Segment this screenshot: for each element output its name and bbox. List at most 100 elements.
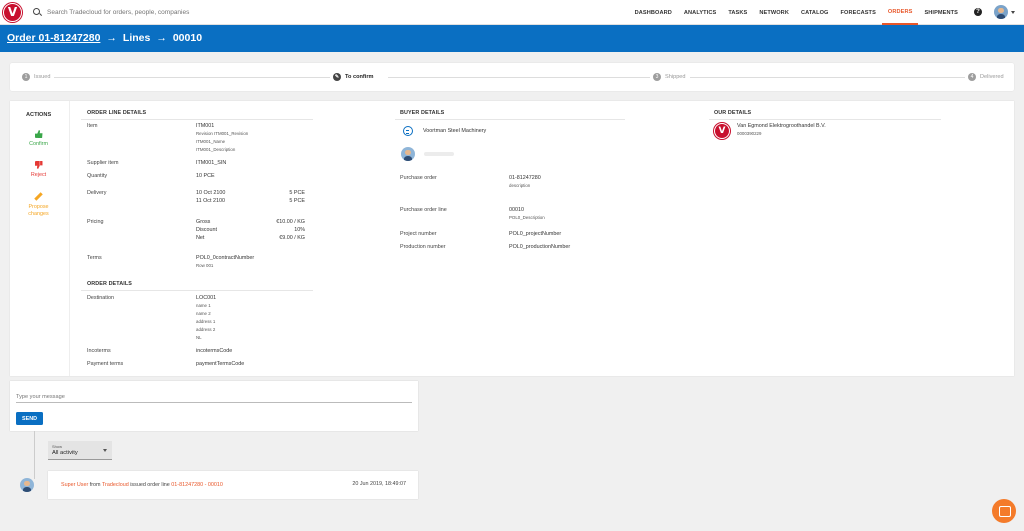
pencil-icon: ✎ bbox=[333, 73, 341, 81]
activity-avatar bbox=[20, 478, 34, 492]
item-description: ITM001_Description bbox=[196, 147, 236, 152]
nav-orders[interactable]: ORDERS bbox=[881, 0, 919, 25]
page-header: Order 01-81247280 → Lines → 00010 bbox=[0, 25, 1024, 52]
activity-ref-link[interactable]: 01-81247280 - 00010 bbox=[171, 482, 223, 488]
buyer-company[interactable]: Voortman Steel Machinery bbox=[423, 128, 486, 134]
activity-timestamp: 20 Jun 2019, 18:49:07 bbox=[352, 481, 406, 487]
activity-text: Super User from Tradecloud issued order … bbox=[61, 482, 223, 488]
project-number-value: POL0_projectNumber bbox=[509, 231, 562, 237]
destination-name: name 2 bbox=[196, 311, 211, 316]
supplier-item-label: Supplier item bbox=[87, 160, 119, 166]
step-label: Delivered bbox=[980, 74, 1004, 80]
purchase-order-line-label: Purchase order line bbox=[400, 207, 447, 213]
help-icon[interactable]: ? bbox=[974, 8, 982, 16]
step-number: 4 bbox=[968, 73, 976, 81]
purchase-order-label: Purchase order bbox=[400, 175, 437, 181]
message-input[interactable] bbox=[16, 391, 412, 403]
pricing-label: Pricing bbox=[87, 219, 104, 225]
reject-label: Reject bbox=[30, 172, 47, 178]
order-line-card: ACTIONS Confirm Reject Propose changes O… bbox=[10, 101, 1014, 376]
chevron-down-icon[interactable] bbox=[1011, 11, 1015, 14]
user-avatar[interactable] bbox=[994, 5, 1008, 19]
destination-label: Destination bbox=[87, 295, 114, 301]
breadcrumb-lines[interactable]: Lines bbox=[123, 32, 150, 44]
nav-dashboard[interactable]: DASHBOARD bbox=[629, 0, 678, 25]
nav-catalog[interactable]: CATALOG bbox=[795, 0, 835, 25]
delivery-quantity: 5 PCE bbox=[289, 198, 305, 204]
activity-user-link[interactable]: Super User bbox=[61, 482, 88, 488]
delivery-quantity: 5 PCE bbox=[289, 190, 305, 196]
purchase-order-line-value: 00010 bbox=[509, 207, 524, 213]
nav-forecasts[interactable]: FORECASTS bbox=[835, 0, 882, 25]
net-label: Net bbox=[196, 235, 205, 241]
pencil-icon bbox=[34, 192, 43, 201]
purchase-order-description: description bbox=[509, 183, 531, 188]
item-value: ITM001 bbox=[196, 123, 215, 129]
destination-address: address 1 bbox=[196, 319, 216, 324]
delivery-label: Delivery bbox=[87, 190, 107, 196]
tradecloud-logo-icon[interactable]: V bbox=[3, 3, 22, 22]
quantity-label: Quantity bbox=[87, 173, 108, 179]
step-delivered: 4 Delivered bbox=[965, 73, 1007, 81]
propose-label: Propose bbox=[28, 204, 49, 210]
quantity-value: 10 PCE bbox=[196, 173, 215, 179]
buyer-contact-avatar[interactable] bbox=[401, 147, 415, 161]
payment-terms-value: paymentTermsCode bbox=[196, 361, 245, 367]
step-issued: 1 Issued bbox=[19, 73, 54, 81]
breadcrumb-line: 00010 bbox=[172, 32, 203, 44]
search-icon[interactable] bbox=[33, 8, 40, 15]
buyer-details-title: BUYER DETAILS bbox=[400, 110, 445, 116]
step-connector bbox=[388, 77, 658, 78]
contact-placeholder bbox=[424, 152, 454, 156]
propose-changes-button[interactable]: Propose changes bbox=[10, 192, 67, 218]
confirm-label: Confirm bbox=[29, 141, 48, 147]
arrow-right-icon: → bbox=[156, 32, 167, 44]
supplier-item-value: ITM001_SIN bbox=[196, 160, 227, 166]
our-company[interactable]: Van Egmond Elektrogroothandel B.V. bbox=[737, 123, 826, 129]
timeline-line bbox=[34, 431, 35, 479]
activity-item: Super User from Tradecloud issued order … bbox=[48, 471, 418, 499]
divider bbox=[81, 119, 313, 120]
nav-tasks[interactable]: TASKS bbox=[722, 0, 753, 25]
purchase-order-line-description: POL0_Description bbox=[509, 215, 545, 220]
step-connector bbox=[54, 77, 334, 78]
destination-address: address 2 bbox=[196, 327, 216, 332]
gross-value: €10.00 / KG bbox=[276, 219, 305, 225]
activity-company-link[interactable]: Tradecloud bbox=[102, 482, 129, 488]
destination-name: name 1 bbox=[196, 303, 211, 308]
filter-value: All activity bbox=[52, 450, 78, 456]
step-label: Issued bbox=[34, 74, 51, 80]
reject-button[interactable]: Reject bbox=[10, 161, 67, 178]
activity-filter-select[interactable]: Show All activity bbox=[48, 441, 112, 460]
status-stepper: 1 Issued ✎ To confirm 3 Shipped 4 Delive… bbox=[10, 63, 1014, 91]
actions-title: ACTIONS bbox=[26, 112, 52, 118]
incoterms-label: Incoterms bbox=[87, 348, 111, 354]
terms-label: Terms bbox=[87, 255, 102, 261]
step-number: 1 bbox=[22, 73, 30, 81]
our-details-title: OUR DETAILS bbox=[714, 110, 752, 116]
order-line-details-title: ORDER LINE DETAILS bbox=[87, 110, 147, 116]
step-label: To confirm bbox=[345, 74, 374, 80]
company-logo-icon: V bbox=[714, 123, 730, 139]
confirm-button[interactable]: Confirm bbox=[10, 130, 67, 147]
divider bbox=[395, 119, 625, 120]
gross-label: Gross bbox=[196, 219, 211, 225]
nav-analytics[interactable]: ANALYTICS bbox=[678, 0, 722, 25]
breadcrumb-order-link[interactable]: Order 01-81247280 bbox=[7, 32, 100, 44]
chat-icon[interactable] bbox=[992, 499, 1016, 523]
top-navigation: V DASHBOARD ANALYTICS TASKS NETWORK CATA… bbox=[0, 0, 1024, 25]
message-panel: SEND bbox=[10, 381, 418, 431]
nav-network[interactable]: NETWORK bbox=[753, 0, 795, 25]
divider bbox=[81, 290, 313, 291]
order-details-title: ORDER DETAILS bbox=[87, 281, 132, 287]
production-number-value: POL0_productionNumber bbox=[509, 244, 571, 250]
search-input[interactable] bbox=[47, 5, 347, 19]
send-button[interactable]: SEND bbox=[16, 412, 43, 425]
destination-value: LOC001 bbox=[196, 295, 217, 301]
discount-value: 10% bbox=[294, 227, 305, 233]
nav-shipments[interactable]: SHIPMENTS bbox=[918, 0, 964, 25]
discount-label: Discount bbox=[196, 227, 217, 233]
net-value: €9.00 / KG bbox=[279, 235, 305, 241]
step-number: 3 bbox=[653, 73, 661, 81]
activity-action: issued order line bbox=[128, 482, 172, 488]
